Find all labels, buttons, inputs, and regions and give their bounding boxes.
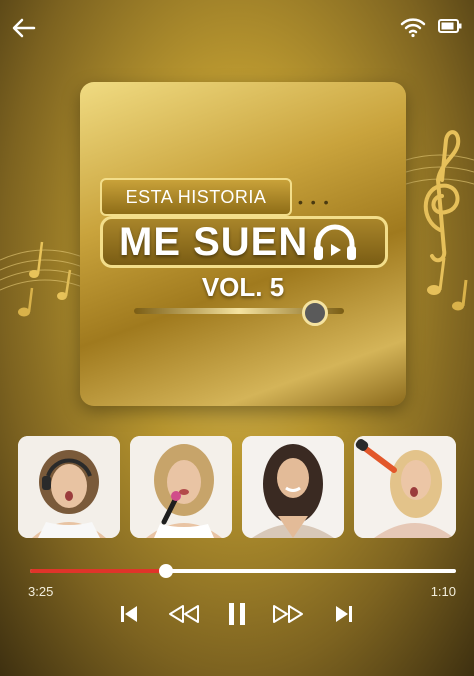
thumbnail-singer-3[interactable] [242, 436, 344, 538]
rewind-icon [169, 605, 199, 623]
album-tagline: ESTA HISTORIA [100, 178, 292, 216]
headphones-icon [314, 224, 356, 260]
progress-knob[interactable] [159, 564, 174, 578]
back-arrow-icon[interactable] [10, 14, 38, 42]
singer-photo [18, 436, 120, 538]
album-cover: ESTA HISTORIA • • • ME SUEN VOL. 5 [80, 82, 406, 406]
album-title: ME SUEN [119, 219, 309, 264]
thumbnail-singer-4[interactable] [354, 436, 456, 538]
progress-bar[interactable] [30, 564, 456, 578]
dots-decoration: • • • [298, 194, 331, 210]
thumbnail-singer-2[interactable] [130, 436, 232, 538]
skip-previous-button[interactable] [111, 596, 147, 632]
progress-fill [30, 569, 167, 573]
battery-icon [438, 19, 462, 33]
fast-forward-icon [273, 605, 303, 623]
wifi-icon [400, 16, 426, 38]
status-bar [0, 0, 474, 56]
album-art-slider-knob [302, 300, 328, 326]
skip-next-button[interactable] [326, 596, 362, 632]
skip-next-icon [336, 606, 352, 622]
thumbnail-singer-1[interactable] [18, 436, 120, 538]
pause-icon [229, 603, 245, 625]
album-volume: VOL. 5 [201, 272, 285, 302]
singer-photo [242, 436, 344, 538]
music-notes-decoration [0, 241, 90, 317]
skip-previous-icon [121, 606, 137, 622]
rewind-button[interactable] [166, 596, 202, 632]
artist-thumbnails [18, 436, 458, 538]
pause-button[interactable] [219, 596, 255, 632]
treble-clef-decoration [405, 130, 474, 311]
singer-photo [354, 436, 456, 538]
fast-forward-button[interactable] [270, 596, 306, 632]
playback-controls [0, 596, 474, 632]
singer-photo [130, 436, 232, 538]
